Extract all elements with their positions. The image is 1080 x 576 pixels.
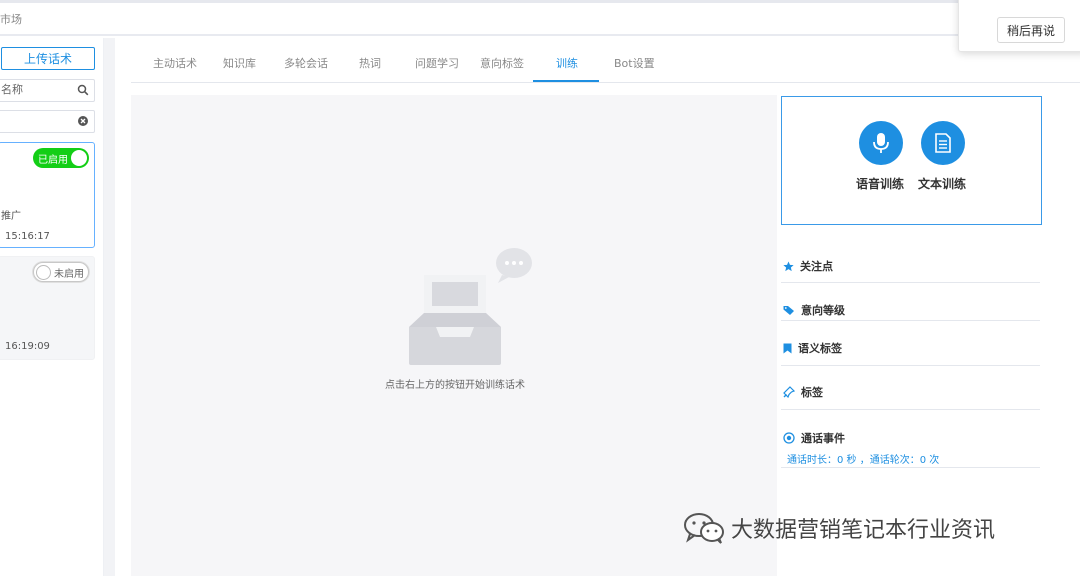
- enable-toggle[interactable]: 已启用: [33, 148, 89, 168]
- tab-active-script[interactable]: 主动话术: [153, 55, 197, 71]
- toggle-label: 未启用: [54, 268, 84, 280]
- section-call-events: 通话事件 通话时长：0 秒 ，通话轮次：0 次: [781, 424, 1040, 468]
- voice-training-button[interactable]: [859, 121, 903, 165]
- toggle-label: 已启用: [38, 154, 68, 166]
- call-events-detail: 通话时长：0 秒 ，通话轮次：0 次: [787, 455, 940, 466]
- voice-training-label: 语音训练: [856, 177, 905, 191]
- toggle-knob: [36, 265, 51, 280]
- target-icon: [783, 432, 795, 444]
- notification-popup: 稍后再说: [958, 0, 1080, 52]
- name-search-value: 名称: [1, 84, 23, 96]
- filter-input[interactable]: [0, 110, 95, 133]
- tab-training[interactable]: 训练: [556, 55, 578, 71]
- empty-hint-text: 点击右上方的按钮开始训练话术: [385, 380, 525, 391]
- training-canvas: [131, 95, 777, 576]
- section-tags: 标签: [781, 378, 1040, 410]
- section-title: 意向等级: [801, 304, 845, 317]
- section-title: 语义标签: [798, 342, 842, 355]
- training-panel: 语音训练 文本训练: [781, 96, 1042, 225]
- tags-icon: [783, 305, 794, 315]
- watermark-text: 大数据营销笔记本行业资讯: [731, 518, 996, 543]
- text-training-label: 文本训练: [918, 177, 967, 191]
- tab-bar: 主动话术 知识库 多轮会话 热词 问题学习 意向标签 训练 Bot设置: [131, 40, 1080, 83]
- microphone-icon: [873, 133, 889, 153]
- card-time: 15:16:17: [5, 231, 50, 242]
- section-semantic-tags: 语义标签: [781, 335, 1040, 366]
- script-card[interactable]: 已启用 推广 15:16:17: [0, 142, 95, 248]
- watermark: 大数据营销笔记本行业资讯: [683, 512, 995, 544]
- upload-script-button[interactable]: 上传话术: [1, 47, 95, 70]
- toggle-knob: [71, 150, 87, 166]
- tab-hot-words[interactable]: 热词: [359, 55, 381, 71]
- star-icon: [783, 260, 794, 271]
- wechat-icon: [684, 513, 724, 544]
- enable-toggle[interactable]: 未启用: [33, 262, 89, 282]
- tab-knowledge-base[interactable]: 知识库: [223, 55, 256, 71]
- tab-bot-settings[interactable]: Bot设置: [614, 55, 655, 71]
- breadcrumb[interactable]: 市场: [0, 11, 22, 27]
- script-card[interactable]: 未启用 16:19:09: [0, 256, 95, 360]
- tab-question-learning[interactable]: 问题学习: [415, 55, 459, 71]
- active-tab-indicator: [533, 80, 599, 82]
- section-focus-points: 关注点: [781, 252, 1040, 283]
- section-title: 通话事件: [801, 432, 845, 445]
- name-search-input[interactable]: 名称: [0, 79, 95, 102]
- text-training-button[interactable]: [921, 121, 965, 165]
- later-button[interactable]: 稍后再说: [997, 17, 1065, 43]
- tab-intent-tags[interactable]: 意向标签: [480, 55, 524, 71]
- sidebar: 上传话术 名称 已启用 推广 15:16:17 未启用 16:19:09: [0, 38, 115, 576]
- empty-inbox-icon: [409, 248, 532, 365]
- section-title: 标签: [801, 386, 823, 399]
- card-time: 16:19:09: [5, 341, 50, 352]
- section-title: 关注点: [800, 260, 833, 273]
- pin-icon: [783, 386, 795, 398]
- document-icon: [935, 133, 951, 153]
- section-intent-level: 意向等级: [781, 296, 1040, 321]
- card-text: 推广: [1, 211, 21, 222]
- tab-multi-turn[interactable]: 多轮会话: [284, 55, 328, 71]
- top-bar: 市场: [0, 0, 1080, 36]
- clear-icon[interactable]: [77, 115, 89, 127]
- search-icon[interactable]: [77, 84, 89, 96]
- bookmark-icon: [783, 343, 792, 353]
